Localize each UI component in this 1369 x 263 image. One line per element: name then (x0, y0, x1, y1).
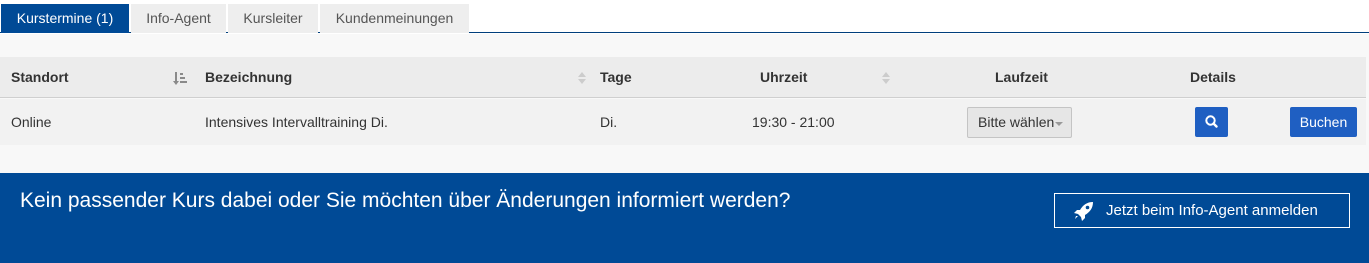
sort-active-icon[interactable] (173, 70, 187, 86)
tab-bar: Kurstermine (1) Info-Agent Kursleiter Ku… (0, 0, 1369, 33)
tab-kundenmeinungen[interactable]: Kundenmeinungen (320, 4, 469, 33)
caret-down-icon (1055, 122, 1063, 126)
laufzeit-select[interactable]: Bitte wählen (967, 107, 1072, 138)
search-icon (1205, 115, 1218, 128)
cell-uhrzeit: 19:30 - 21:00 (752, 114, 835, 130)
info-agent-signup-label: Jetzt beim Info-Agent anmelden (1106, 202, 1318, 219)
table-header: Standort Bezeichnung Tage Uhrzeit Laufze… (0, 57, 1366, 98)
info-agent-banner: Kein passender Kurs dabei oder Sie möcht… (0, 173, 1369, 263)
tab-kursleiter[interactable]: Kursleiter (228, 4, 318, 33)
cell-standort: Online (11, 114, 52, 130)
column-header-bezeichnung[interactable]: Bezeichnung (205, 57, 292, 98)
tab-kurstermine[interactable]: Kurstermine (1) (1, 4, 129, 33)
column-header-tage[interactable]: Tage (600, 57, 632, 98)
banner-text: Kein passender Kurs dabei oder Sie möcht… (20, 189, 791, 212)
book-button[interactable]: Buchen (1290, 107, 1357, 137)
course-dates-panel: Standort Bezeichnung Tage Uhrzeit Laufze… (0, 34, 1369, 173)
column-header-details: Details (1190, 69, 1236, 85)
column-header-laufzeit: Laufzeit (995, 69, 1048, 85)
column-header-uhrzeit[interactable]: Uhrzeit (760, 57, 807, 98)
column-header-standort[interactable]: Standort (11, 57, 69, 98)
table-row: Online Intensives Intervalltraining Di. … (0, 99, 1366, 145)
info-agent-signup-button[interactable]: Jetzt beim Info-Agent anmelden (1054, 193, 1350, 228)
sort-icon[interactable] (879, 70, 893, 86)
details-button[interactable] (1195, 107, 1228, 137)
cell-tage: Di. (600, 114, 618, 130)
laufzeit-select-label: Bitte wählen (978, 114, 1055, 130)
sort-icon[interactable] (575, 70, 589, 86)
tab-info-agent[interactable]: Info-Agent (131, 4, 226, 33)
cell-bezeichnung: Intensives Intervalltraining Di. (205, 114, 388, 130)
rocket-icon (1074, 202, 1093, 221)
